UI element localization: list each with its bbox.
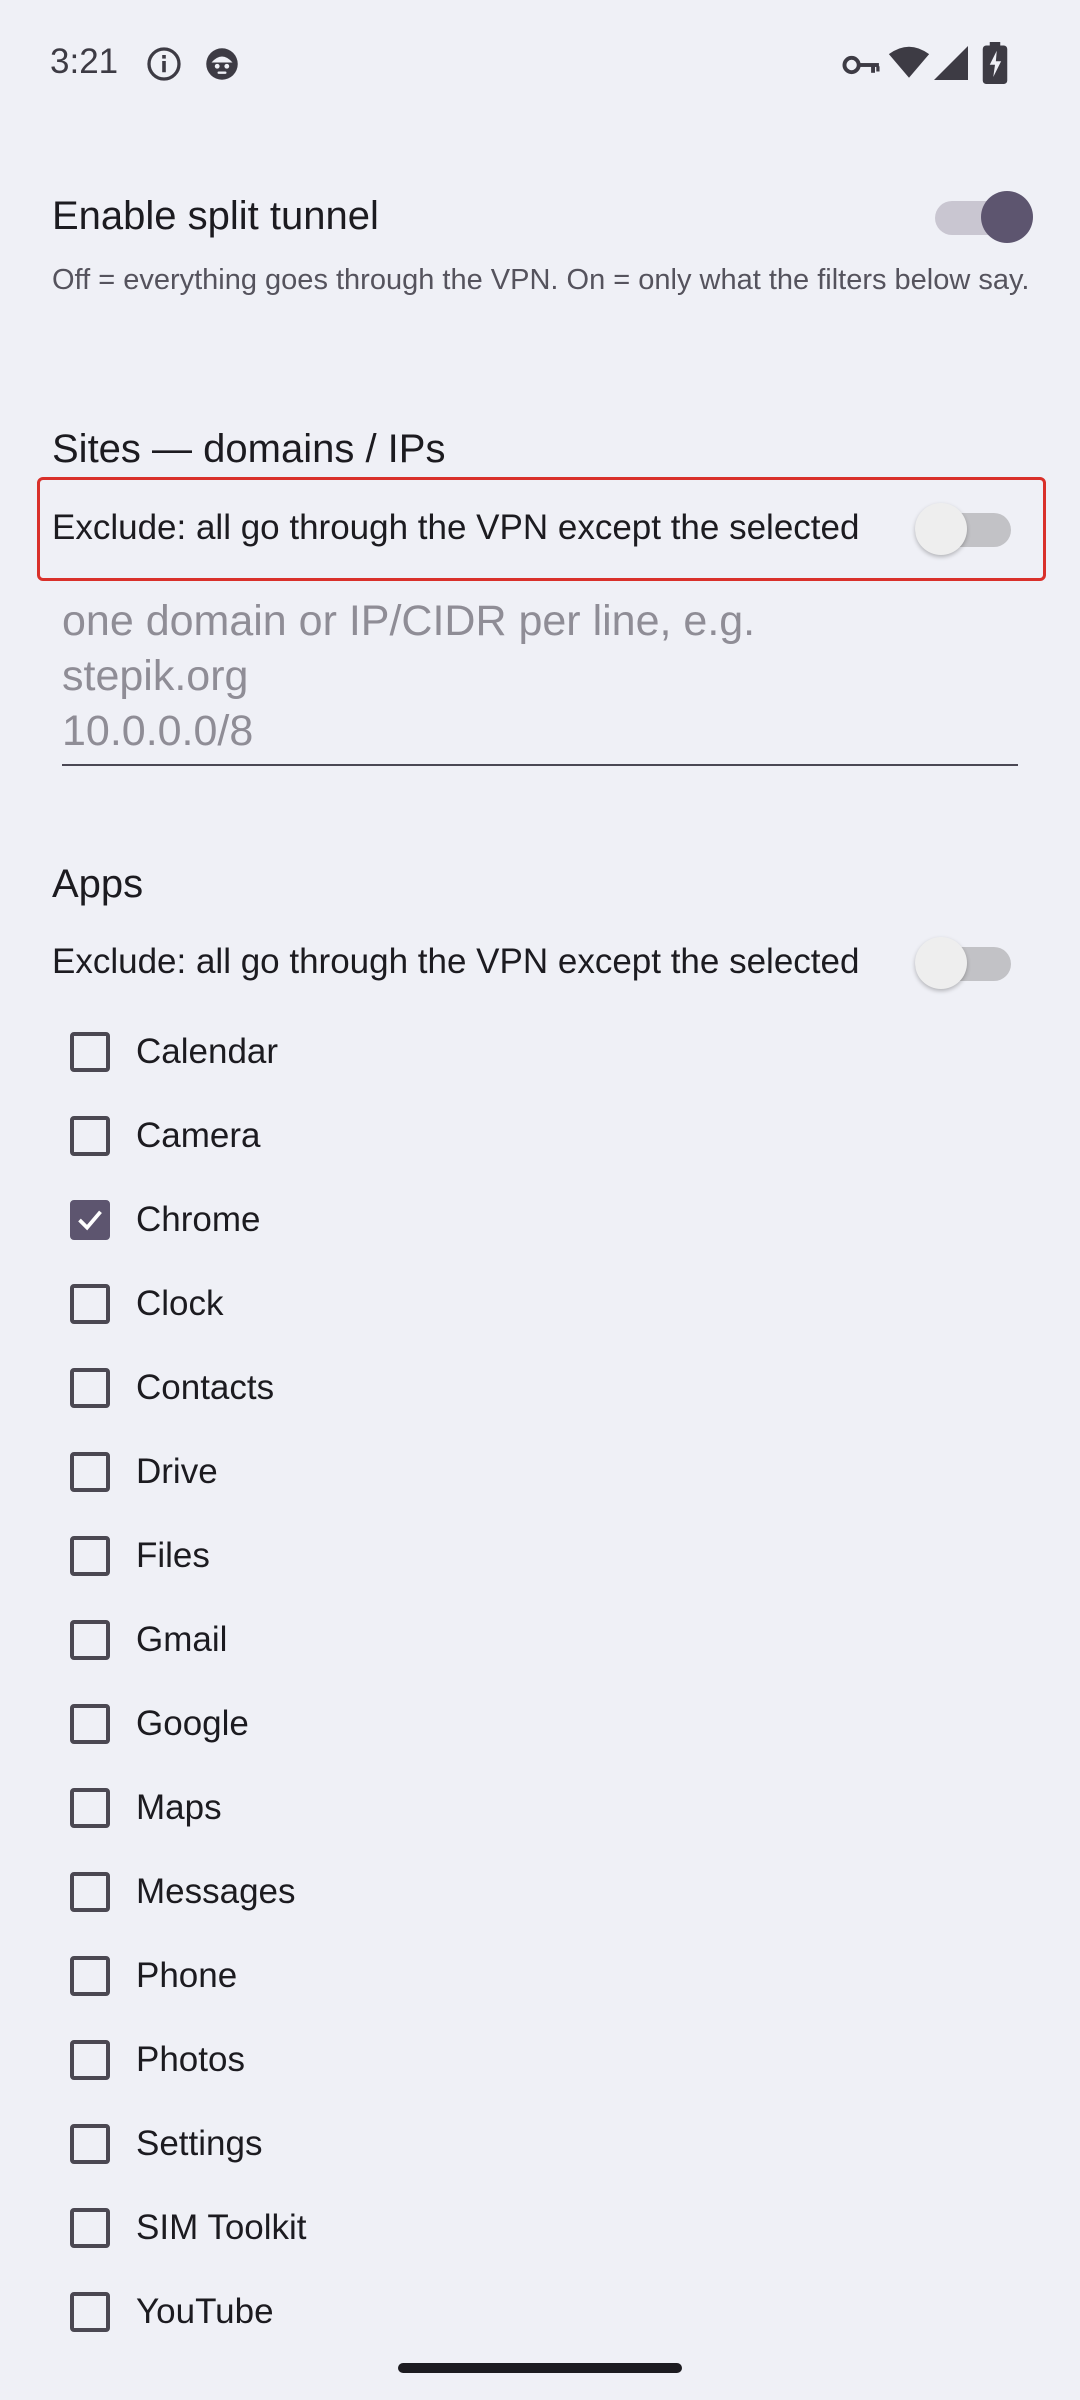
app-item[interactable]: Camera (70, 1094, 970, 1178)
app-checkbox[interactable] (70, 2124, 110, 2164)
split-tunnel-description: Off = everything goes through the VPN. O… (52, 264, 1030, 296)
switch-thumb (981, 191, 1033, 243)
app-checkbox[interactable] (70, 1032, 110, 1072)
app-item[interactable]: Photos (70, 2018, 970, 2102)
app-checkbox[interactable] (70, 1704, 110, 1744)
robot-icon (206, 48, 238, 80)
app-item[interactable]: SIM Toolkit (70, 2186, 970, 2270)
app-label: Settings (136, 2124, 263, 2163)
app-item[interactable]: Maps (70, 1766, 970, 1850)
app-label: Clock (136, 1284, 224, 1323)
domains-input[interactable] (62, 594, 1018, 766)
apps-heading: Apps (52, 862, 144, 906)
app-checkbox[interactable] (70, 2040, 110, 2080)
split-tunnel-switch[interactable] (935, 185, 1033, 245)
app-item[interactable]: Chrome (70, 1178, 970, 1262)
sites-exclude-switch[interactable] (915, 497, 1011, 557)
app-label: Messages (136, 1872, 296, 1911)
status-time: 3:21 (50, 42, 119, 81)
app-label: YouTube (136, 2292, 274, 2331)
switch-thumb (915, 503, 967, 555)
app-item[interactable]: Drive (70, 1430, 970, 1514)
app-checkbox[interactable] (70, 1116, 110, 1156)
app-checkbox[interactable] (70, 1536, 110, 1576)
app-label: Chrome (136, 1200, 261, 1239)
app-checkbox[interactable] (70, 2208, 110, 2248)
app-label: Photos (136, 2040, 245, 2079)
navigation-handle[interactable] (398, 2363, 682, 2373)
app-checkbox[interactable] (70, 1788, 110, 1828)
app-item[interactable]: Google (70, 1682, 970, 1766)
app-label: Camera (136, 1116, 261, 1155)
apps-exclude-label: Exclude: all go through the VPN except t… (52, 942, 860, 981)
app-list: Calendar Camera Chrome Clock Contacts Dr… (70, 1010, 970, 2354)
app-label: Calendar (136, 1032, 279, 1071)
app-label: Files (136, 1536, 210, 1575)
wifi-icon (888, 46, 930, 78)
app-checkbox[interactable] (70, 1200, 110, 1240)
app-item[interactable]: Gmail (70, 1598, 970, 1682)
app-item[interactable]: Phone (70, 1934, 970, 2018)
app-label: SIM Toolkit (136, 2208, 307, 2247)
check-icon (78, 1210, 102, 1231)
app-label: Phone (136, 1956, 238, 1995)
app-checkbox[interactable] (70, 1956, 110, 1996)
signal-icon (934, 46, 968, 80)
sites-heading: Sites — domains / IPs (52, 427, 446, 471)
sites-exclude-label: Exclude: all go through the VPN except t… (52, 508, 860, 547)
app-checkbox[interactable] (70, 1284, 110, 1324)
app-item[interactable]: Messages (70, 1850, 970, 1934)
app-item[interactable]: Settings (70, 2102, 970, 2186)
app-item[interactable]: YouTube (70, 2270, 970, 2354)
app-checkbox[interactable] (70, 1872, 110, 1912)
app-item[interactable]: Calendar (70, 1010, 970, 1094)
vpn-key-icon (842, 55, 880, 75)
app-item[interactable]: Files (70, 1514, 970, 1598)
app-label: Gmail (136, 1620, 228, 1659)
info-icon (147, 47, 181, 81)
app-checkbox[interactable] (70, 1368, 110, 1408)
app-item[interactable]: Contacts (70, 1346, 970, 1430)
app-item[interactable]: Clock (70, 1262, 970, 1346)
battery-charging-icon (982, 42, 1008, 84)
apps-exclude-switch[interactable] (915, 931, 1011, 991)
split-tunnel-title: Enable split tunnel (52, 194, 379, 238)
app-checkbox[interactable] (70, 1620, 110, 1660)
app-checkbox[interactable] (70, 1452, 110, 1492)
app-checkbox[interactable] (70, 2292, 110, 2332)
app-label: Contacts (136, 1368, 275, 1407)
app-label: Drive (136, 1452, 218, 1491)
app-label: Maps (136, 1788, 222, 1827)
app-label: Google (136, 1704, 249, 1743)
switch-thumb (915, 937, 967, 989)
